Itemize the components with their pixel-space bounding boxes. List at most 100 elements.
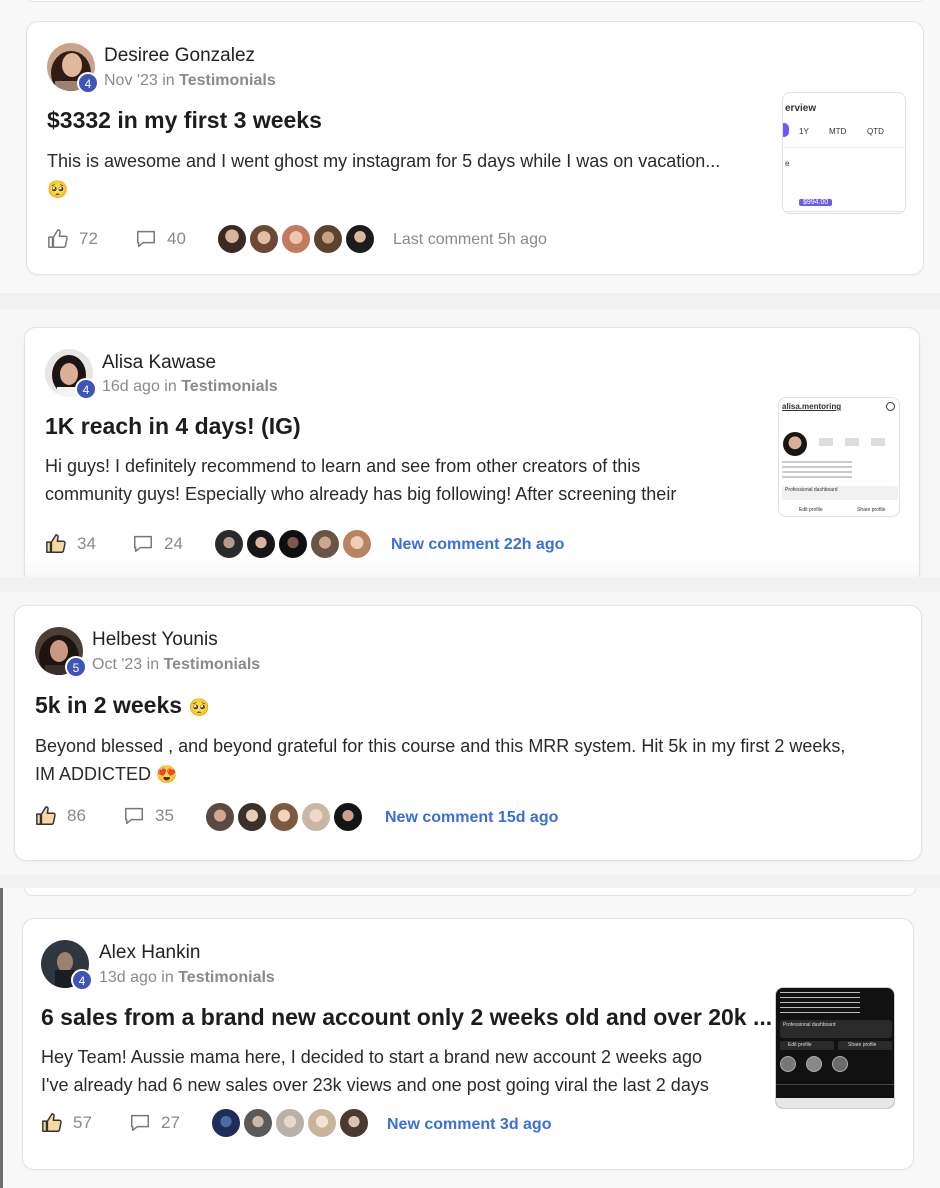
post-band-4: 4 Alex Hankin 13d ago in Testimonials 6 … <box>0 888 940 1188</box>
thumbnail-text: MTD <box>829 127 847 136</box>
recent-commenters[interactable] <box>214 529 374 559</box>
post-date: 13d ago <box>99 969 157 986</box>
profile-bio <box>780 992 860 1016</box>
category-link[interactable]: Testimonials <box>179 72 276 89</box>
commenter-avatar[interactable] <box>307 1108 337 1138</box>
commenter-avatar[interactable] <box>281 224 311 254</box>
commenter-avatar[interactable] <box>301 802 331 832</box>
commenter-avatar[interactable] <box>310 529 340 559</box>
category-link[interactable]: Testimonials <box>178 969 275 986</box>
comment-bubble-icon <box>135 228 157 250</box>
post-thumbnail[interactable]: alisa.mentoring Professional dashboard E… <box>778 397 900 517</box>
post-date: 16d ago <box>102 378 160 395</box>
like-button[interactable]: 72 <box>47 228 98 250</box>
post-excerpt[interactable]: Hi guys! I definitely recommend to learn… <box>45 452 770 508</box>
thumbs-up-icon <box>45 533 67 555</box>
recent-commenters[interactable] <box>205 802 365 832</box>
commenter-avatar[interactable] <box>211 1108 241 1138</box>
post-title[interactable]: 5k in 2 weeks 🥺 <box>35 692 210 719</box>
commenter-avatar[interactable] <box>345 224 375 254</box>
comment-count: 27 <box>161 1113 180 1132</box>
post-thumbnail[interactable]: Professional dashboard Edit profile Shar… <box>775 987 895 1109</box>
post-card[interactable]: 4 Alisa Kawase 16d ago in Testimonials 1… <box>24 327 920 577</box>
avatar[interactable]: 4 <box>47 43 99 94</box>
author-name[interactable]: Desiree Gonzalez <box>104 45 255 67</box>
new-comment-link[interactable]: New comment 3d ago <box>387 1116 551 1134</box>
post-title[interactable]: $3332 in my first 3 weeks <box>47 107 322 134</box>
post-band-1: 4 Desiree Gonzalez Nov '23 in Testimonia… <box>0 0 940 293</box>
commenter-avatar[interactable] <box>237 802 267 832</box>
thumbnail-text: Professional dashboard <box>785 487 838 493</box>
commenter-avatar[interactable] <box>333 802 363 832</box>
commenter-avatar[interactable] <box>249 224 279 254</box>
thumbnail-text: Professional dashboard <box>783 1022 836 1028</box>
post-excerpt-line: community guys! Especially who already h… <box>45 484 677 504</box>
recent-commenters[interactable] <box>211 1108 371 1138</box>
post-thumbnail[interactable]: erview 1Y MTD QTD e $994.00 <box>782 92 906 214</box>
author-name[interactable]: Alex Hankin <box>99 942 200 964</box>
new-comment-link[interactable]: New comment 22h ago <box>391 536 564 554</box>
commenter-avatar[interactable] <box>278 529 308 559</box>
like-button[interactable]: 34 <box>45 533 96 555</box>
post-meta: 16d ago in Testimonials <box>102 378 278 396</box>
thumbnail-text: Share profile <box>857 507 886 513</box>
thumbnail-text: Share profile <box>848 1042 877 1048</box>
comment-button[interactable]: 27 <box>129 1112 180 1134</box>
commenter-avatar[interactable] <box>313 224 343 254</box>
avatar[interactable]: 5 <box>35 627 87 678</box>
bottom-bar <box>776 1098 894 1108</box>
post-excerpt-line: Hey Team! Aussie mama here, I decided to… <box>41 1047 703 1067</box>
like-button[interactable]: 86 <box>35 805 86 827</box>
profile-bio <box>782 461 852 479</box>
comment-button[interactable]: 40 <box>135 228 186 250</box>
post-title[interactable]: 1K reach in 4 days! (IG) <box>45 413 301 440</box>
post-excerpt[interactable]: Hey Team! Aussie mama here, I decided to… <box>41 1043 766 1099</box>
comment-count: 40 <box>167 229 186 248</box>
commenter-avatar[interactable] <box>246 529 276 559</box>
thumbnail-text: QTD <box>867 127 884 136</box>
author-name[interactable]: Alisa Kawase <box>102 352 216 374</box>
post-card[interactable]: 4 Desiree Gonzalez Nov '23 in Testimonia… <box>26 21 924 275</box>
comment-button[interactable]: 24 <box>132 533 183 555</box>
avatar[interactable]: 4 <box>45 349 97 400</box>
like-count: 72 <box>79 229 98 248</box>
comment-count: 35 <box>155 806 174 825</box>
category-link[interactable]: Testimonials <box>181 378 278 395</box>
post-card[interactable]: 5 Helbest Younis Oct '23 in Testimonials… <box>14 605 922 861</box>
post-title[interactable]: 6 sales from a brand new account only 2 … <box>41 1004 772 1031</box>
comment-bubble-icon <box>129 1112 151 1134</box>
in-label: in <box>162 72 175 89</box>
comment-button[interactable]: 35 <box>123 805 174 827</box>
post-card[interactable]: 4 Alex Hankin 13d ago in Testimonials 6 … <box>22 918 914 1170</box>
divider <box>776 1084 894 1085</box>
commenter-avatar[interactable] <box>243 1108 273 1138</box>
commenter-avatar[interactable] <box>217 224 247 254</box>
commenter-avatar[interactable] <box>339 1108 369 1138</box>
commenter-avatar[interactable] <box>214 529 244 559</box>
new-comment-link[interactable]: New comment 15d ago <box>385 809 558 827</box>
post-band-2: 4 Alisa Kawase 16d ago in Testimonials 1… <box>0 309 940 577</box>
post-excerpt-line: I've already had 6 new sales over 23k vi… <box>41 1075 709 1095</box>
post-excerpt[interactable]: This is awesome and I went ghost my inst… <box>47 147 772 204</box>
avatar[interactable]: 4 <box>41 940 93 991</box>
commenter-avatar[interactable] <box>269 802 299 832</box>
highlight-circle <box>806 1056 822 1072</box>
commenter-avatar[interactable] <box>275 1108 305 1138</box>
thumbnail-pill <box>783 123 789 137</box>
divider <box>783 147 905 148</box>
like-button[interactable]: 57 <box>41 1112 92 1134</box>
like-count: 86 <box>67 806 86 825</box>
commenter-avatar[interactable] <box>342 529 372 559</box>
emoji: 🥺 <box>47 180 69 199</box>
commenter-avatar[interactable] <box>205 802 235 832</box>
post-excerpt-line: Hi guys! I definitely recommend to learn… <box>45 456 641 476</box>
author-name[interactable]: Helbest Younis <box>92 629 218 651</box>
thumbnail-text: e <box>785 159 790 168</box>
card-fade <box>25 556 919 577</box>
in-label: in <box>164 378 177 395</box>
post-meta: 13d ago in Testimonials <box>99 969 275 987</box>
previous-post-card-edge <box>24 888 916 896</box>
recent-commenters[interactable] <box>217 224 377 254</box>
category-link[interactable]: Testimonials <box>164 656 261 673</box>
post-excerpt[interactable]: Beyond blessed , and beyond grateful for… <box>35 732 910 789</box>
